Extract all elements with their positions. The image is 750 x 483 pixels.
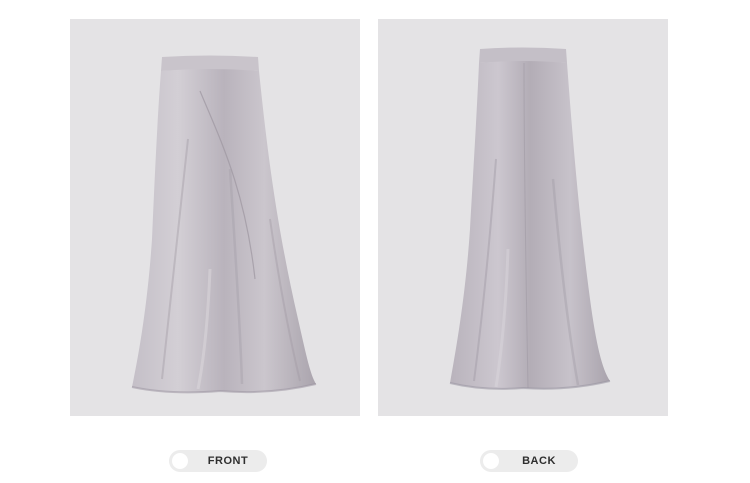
product-views: FRONT BACK [0,0,750,483]
front-view-toggle[interactable]: FRONT [169,450,267,472]
radio-dot-icon [483,453,499,469]
skirt-front-illustration [70,19,360,416]
skirt-back-image [378,19,668,416]
back-view-label: BACK [522,455,556,467]
skirt-back-illustration [378,19,668,416]
skirt-front-image [70,19,360,416]
front-view-label: FRONT [207,455,249,467]
radio-dot-icon [172,453,188,469]
back-view-toggle[interactable]: BACK [480,450,578,472]
